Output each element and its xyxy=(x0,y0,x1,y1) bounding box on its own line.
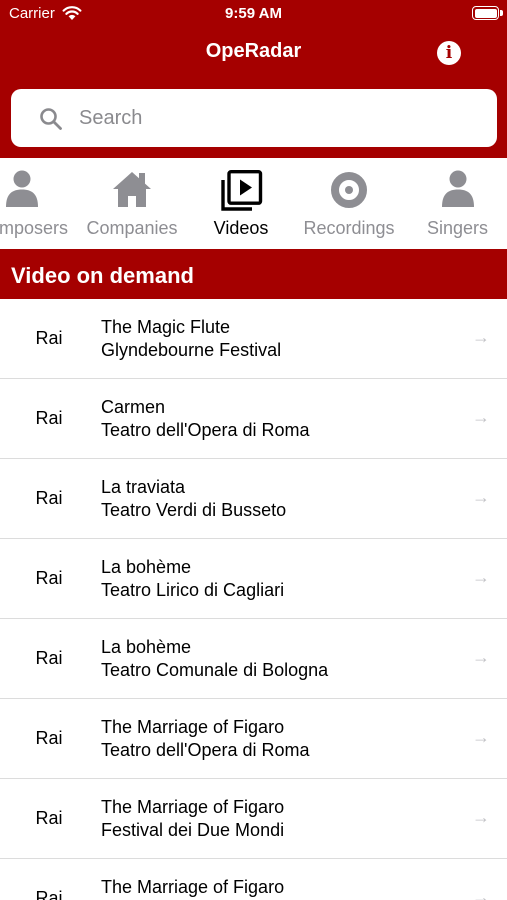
video-title: The Magic Flute xyxy=(101,317,231,337)
app-header: Carrier 9:59 AM OpeRadar i xyxy=(0,0,507,158)
tab-singers[interactable]: Singers xyxy=(420,158,495,248)
search-input[interactable] xyxy=(79,99,479,137)
video-title: The Marriage of Figaro xyxy=(101,797,285,817)
tab-singers-label: Singers xyxy=(426,218,489,238)
status-time: 9:59 AM xyxy=(225,5,282,22)
video-title: La bohème xyxy=(101,637,192,657)
arrow-right-icon: → xyxy=(472,487,490,507)
video-venue: Festival dei Due Mondi xyxy=(101,820,285,840)
tab-recordings[interactable]: Recordings xyxy=(299,158,399,248)
search-icon xyxy=(40,108,62,130)
video-source: Rai xyxy=(35,888,63,900)
arrow-right-icon: → xyxy=(472,567,490,587)
list-item[interactable]: Rai The Marriage of Figaro Festival dei … xyxy=(0,779,507,859)
page-title: OpeRadar xyxy=(205,40,302,62)
video-venue: Teatro Lirico di Cagliari xyxy=(101,580,285,600)
disc-icon xyxy=(331,172,367,208)
search-bar[interactable] xyxy=(11,89,497,147)
video-source: Rai xyxy=(35,328,63,348)
battery-cap xyxy=(500,10,503,16)
list-item[interactable]: Rai La traviata Teatro Verdi di Busseto … xyxy=(0,459,507,539)
video-title: La traviata xyxy=(101,477,186,497)
video-source: Rai xyxy=(35,488,63,508)
video-venue: Teatro Comunale di Bologna xyxy=(101,660,329,680)
video-source: Rai xyxy=(35,408,63,428)
video-venue: Teatro dell'Opera di Roma xyxy=(101,740,310,760)
battery-icon xyxy=(472,6,499,20)
list-item[interactable]: Rai The Marriage of Figaro Teatro dell'O… xyxy=(0,699,507,779)
person-icon xyxy=(441,170,474,207)
arrow-right-icon: → xyxy=(472,327,490,347)
status-bar: Carrier 9:59 AM xyxy=(0,0,507,28)
video-source: Rai xyxy=(35,648,63,668)
arrow-right-icon: → xyxy=(472,887,490,900)
list-item[interactable]: Rai La bohème Teatro Lirico di Cagliari … xyxy=(0,539,507,619)
category-tabs: Composers Companies Videos Recordings Si… xyxy=(0,158,507,248)
person-icon xyxy=(6,170,38,207)
video-source: Rai xyxy=(35,568,63,588)
info-icon[interactable]: i xyxy=(437,41,461,65)
section-header: Video on demand xyxy=(0,249,507,299)
arrow-right-icon: → xyxy=(472,807,490,827)
arrow-right-icon: → xyxy=(472,407,490,427)
video-source: Rai xyxy=(35,728,63,748)
section-title: Video on demand xyxy=(11,263,194,288)
video-venue: Teatro dell'Opera di Roma xyxy=(101,420,310,440)
tab-companies[interactable]: Companies xyxy=(77,158,187,248)
video-title: The Marriage of Figaro xyxy=(101,877,285,897)
video-venue: Teatro Verdi di Busseto xyxy=(101,500,287,520)
video-title: La bohème xyxy=(101,557,192,577)
tab-recordings-label: Recordings xyxy=(303,218,395,238)
list-item[interactable]: Rai The Magic Flute Glyndebourne Festiva… xyxy=(0,299,507,379)
list-item[interactable]: Rai The Marriage of Figaro → xyxy=(0,859,507,900)
video-title: The Marriage of Figaro xyxy=(101,717,285,737)
house-icon xyxy=(113,172,151,207)
arrow-right-icon: → xyxy=(472,727,490,747)
list-item[interactable]: Rai La bohème Teatro Comunale di Bologna… xyxy=(0,619,507,699)
video-venue: Glyndebourne Festival xyxy=(101,340,282,360)
video-source: Rai xyxy=(35,808,63,828)
play-stack-icon xyxy=(221,170,263,211)
video-title: Carmen xyxy=(101,397,166,417)
arrow-right-icon: → xyxy=(472,647,490,667)
video-list: Rai The Magic Flute Glyndebourne Festiva… xyxy=(0,299,507,900)
tab-videos[interactable]: Videos xyxy=(196,158,286,248)
list-item[interactable]: Rai Carmen Teatro dell'Opera di Roma → xyxy=(0,379,507,459)
